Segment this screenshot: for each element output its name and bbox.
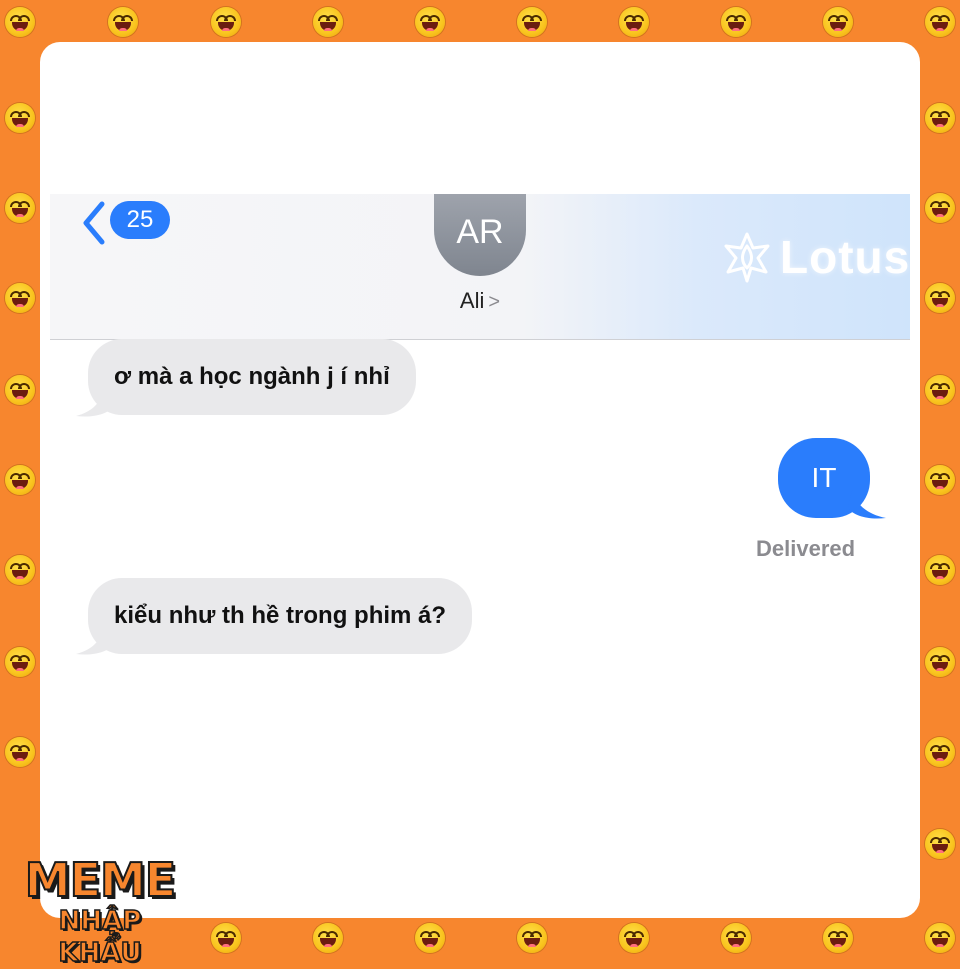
laughing-emoji-icon xyxy=(721,7,751,37)
laughing-emoji-icon xyxy=(415,923,445,953)
laughing-emoji-icon xyxy=(925,193,955,223)
laughing-emoji-icon xyxy=(619,7,649,37)
laughing-emoji-icon xyxy=(925,829,955,859)
laughing-emoji-icon xyxy=(925,555,955,585)
laughing-emoji-icon xyxy=(925,647,955,677)
laughing-emoji-icon xyxy=(925,737,955,767)
chevron-right-icon: > xyxy=(488,291,501,313)
laughing-emoji-icon xyxy=(925,923,955,953)
laughing-emoji-icon xyxy=(5,7,35,37)
logo-line-2: NHẬP KHẨU xyxy=(58,905,143,969)
logo-line-1: MEME xyxy=(24,853,177,907)
unread-count-badge[interactable]: 25 xyxy=(110,201,170,239)
laughing-emoji-icon xyxy=(925,7,955,37)
screenshot-card: 25 AR Ali > Lotus ơ mà a học ngành j í nh… xyxy=(40,42,920,918)
laughing-emoji-icon xyxy=(823,7,853,37)
lotus-flower-icon xyxy=(724,232,770,283)
laughing-emoji-icon xyxy=(5,647,35,677)
message-text: IT xyxy=(811,462,837,493)
back-chevron-icon[interactable] xyxy=(78,200,110,246)
lotus-wordmark: Lotus xyxy=(780,231,911,283)
laughing-emoji-icon xyxy=(211,923,241,953)
laughing-emoji-icon xyxy=(5,555,35,585)
laughing-emoji-icon xyxy=(925,283,955,313)
contact-name-button[interactable]: Ali > xyxy=(400,288,560,314)
lotus-watermark: Lotus xyxy=(718,228,910,286)
laughing-emoji-icon xyxy=(823,923,853,953)
contact-name: Ali xyxy=(459,288,485,313)
bubble-tail-icon xyxy=(848,490,886,519)
meme-nhap-khau-logo: MEME NHẬP KHẨU xyxy=(16,853,184,969)
message-bubble-incoming[interactable]: kiểu như th hề trong phim á? xyxy=(88,578,473,654)
conversation-header: 25 AR Ali > Lotus xyxy=(50,194,910,340)
delivery-status: Delivered xyxy=(756,536,856,561)
laughing-emoji-icon xyxy=(5,193,35,223)
laughing-emoji-icon xyxy=(925,103,955,133)
avatar[interactable]: AR xyxy=(434,194,526,276)
laughing-emoji-icon xyxy=(5,103,35,133)
laughing-emoji-icon xyxy=(5,375,35,405)
laughing-emoji-icon xyxy=(721,923,751,953)
laughing-emoji-icon xyxy=(517,923,547,953)
laughing-emoji-icon xyxy=(108,7,138,37)
laughing-emoji-icon xyxy=(313,7,343,37)
laughing-emoji-icon xyxy=(211,7,241,37)
laughing-emoji-icon xyxy=(313,923,343,953)
laughing-emoji-icon xyxy=(415,7,445,37)
laughing-emoji-icon xyxy=(5,737,35,767)
laughing-emoji-icon xyxy=(5,283,35,313)
message-bubble-incoming[interactable]: ơ mà a học ngành j í nhỉ xyxy=(88,339,416,415)
laughing-emoji-icon xyxy=(925,375,955,405)
message-text: kiểu như th hề trong phim á? xyxy=(114,602,447,629)
message-text: ơ mà a học ngành j í nhỉ xyxy=(114,363,390,390)
laughing-emoji-icon xyxy=(5,465,35,495)
laughing-emoji-icon xyxy=(925,465,955,495)
laughing-emoji-icon xyxy=(619,923,649,953)
laughing-emoji-icon xyxy=(517,7,547,37)
